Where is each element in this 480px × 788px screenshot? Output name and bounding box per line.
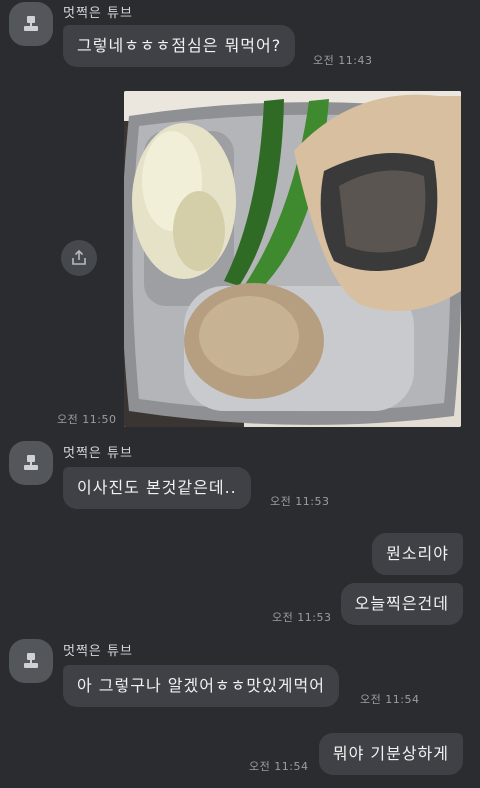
message-time: 오전 11:53	[272, 611, 332, 624]
message-time: 오전 11:54	[360, 693, 420, 706]
lunch-photo	[124, 91, 461, 427]
message-time: 오전 11:43	[313, 54, 373, 67]
person-icon	[24, 653, 38, 668]
message-bubble[interactable]: 뭐야 기분상하게	[318, 733, 463, 775]
sender-name: 멋쩍은 튜브	[63, 644, 133, 659]
message-bubble[interactable]: 이사진도 본것같은데..	[63, 467, 251, 509]
message-time: 오전 11:54	[249, 760, 309, 773]
share-icon	[72, 249, 86, 265]
avatar[interactable]	[9, 2, 53, 46]
avatar[interactable]	[9, 441, 53, 485]
message-bubble[interactable]: 오늘찍은건데	[340, 583, 463, 625]
person-icon	[24, 455, 38, 470]
message-bubble[interactable]: 뭔소리야	[372, 533, 463, 575]
message-bubble[interactable]: 그렇네ㅎㅎㅎ점심은 뭐먹어?	[63, 25, 296, 67]
avatar[interactable]	[9, 639, 53, 683]
photo-message[interactable]	[124, 91, 461, 427]
message-time: 오전 11:53	[270, 495, 330, 508]
person-icon	[24, 16, 38, 31]
share-button[interactable]	[61, 240, 97, 276]
sender-name: 멋쩍은 튜브	[63, 6, 133, 21]
sender-name: 멋쩍은 튜브	[63, 446, 133, 461]
message-bubble[interactable]: 아 그렇구나 알겠어ㅎㅎ맛있게먹어	[63, 665, 339, 707]
message-time: 오전 11:50	[57, 413, 117, 426]
